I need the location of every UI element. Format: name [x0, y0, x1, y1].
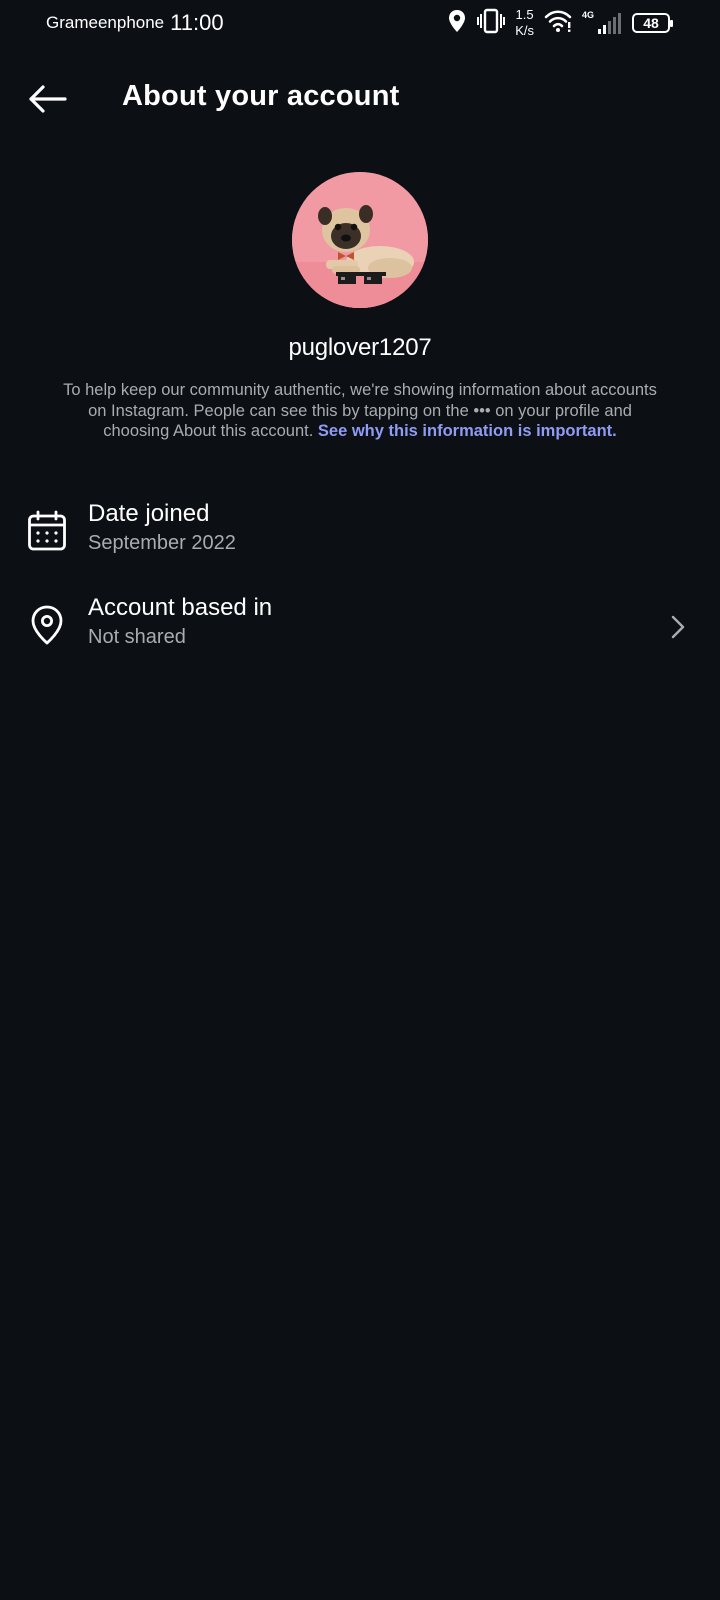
network-type: 4G [581, 10, 594, 20]
battery-icon: 48 [632, 13, 673, 33]
calendar-icon [26, 510, 68, 552]
header: About your account [0, 62, 720, 134]
location-pin-icon [26, 604, 68, 646]
avatar [292, 172, 428, 308]
speed-value: 1.5 [515, 7, 534, 22]
account-based-in-label: Account based in [88, 594, 273, 621]
page-title: About your account [122, 80, 400, 112]
date-joined-row: Date joined September 2022 [0, 496, 720, 576]
info-text: To help keep our community authentic, we… [55, 380, 665, 442]
info-link[interactable]: See why this information is important. [318, 422, 617, 440]
status-bar: Grameenphone 11:00 1.5 K/s 4G 48 [0, 0, 720, 46]
date-joined-value: September 2022 [88, 532, 236, 554]
speed-unit: K/s [515, 23, 534, 38]
vibrate-icon [477, 8, 506, 39]
account-based-in-value: Not shared [88, 626, 186, 648]
carrier-name: Grameenphone [46, 13, 165, 32]
back-arrow-icon [29, 85, 67, 113]
screen: Grameenphone 11:00 1.5 K/s 4G 48 About y… [0, 0, 720, 1600]
cellular-signal-icon: 4G [582, 11, 622, 35]
location-icon [447, 9, 467, 38]
username: puglover1207 [288, 334, 432, 361]
account-based-in-row[interactable]: Account based in Not shared [0, 590, 720, 670]
network-speed: 1.5 K/s [515, 7, 534, 39]
chevron-right-icon [668, 612, 688, 642]
back-button[interactable] [26, 78, 68, 120]
status-icons: 1.5 K/s 4G 48 [447, 5, 673, 41]
date-joined-label: Date joined [88, 500, 210, 527]
wifi-icon [544, 9, 572, 38]
clock: 11:00 [170, 10, 224, 35]
